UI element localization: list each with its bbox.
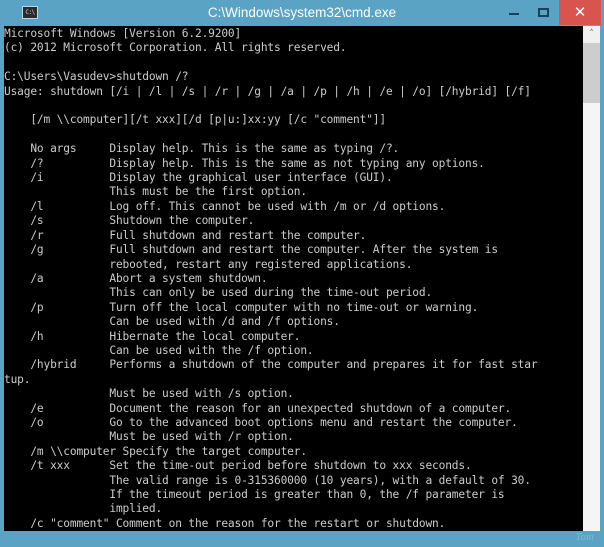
scrollbar-track[interactable] <box>583 103 600 531</box>
cmd-app-icon[interactable]: C:\ <box>22 6 38 19</box>
console-scrollbar[interactable]: ˄ <box>583 26 600 531</box>
cmd-app-icon-label: C:\ <box>25 9 35 16</box>
cmd-window: C:\ C:\Windows\system32\cmd.exe ✕ Micros… <box>0 0 604 547</box>
title-bar[interactable]: C:\ C:\Windows\system32\cmd.exe ✕ <box>0 0 604 26</box>
console-output[interactable]: Microsoft Windows [Version 6.2.9200] (c)… <box>4 27 580 531</box>
minimize-button[interactable] <box>499 0 529 25</box>
close-icon: ✕ <box>573 4 587 21</box>
maximize-icon <box>538 8 549 17</box>
window-bottom-edge <box>0 531 604 547</box>
scrollbar-up-arrow-icon[interactable]: ˄ <box>583 26 600 43</box>
maximize-button[interactable] <box>529 0 559 25</box>
minimize-icon <box>509 13 519 15</box>
scrollbar-thumb[interactable] <box>583 43 600 103</box>
console-area[interactable]: Microsoft Windows [Version 6.2.9200] (c)… <box>4 26 600 531</box>
close-button[interactable]: ✕ <box>559 0 601 25</box>
